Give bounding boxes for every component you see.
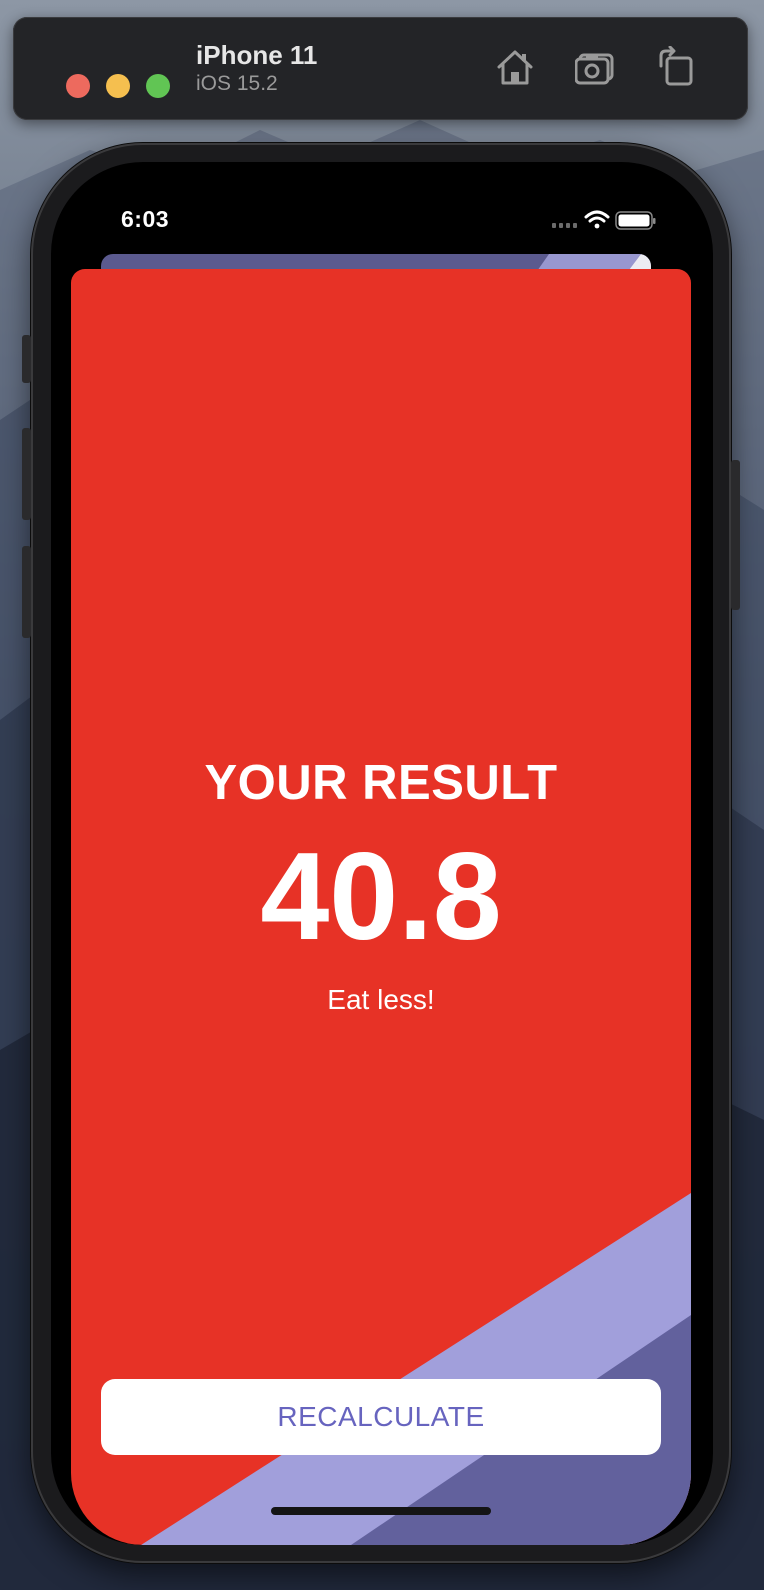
rotate-icon — [659, 45, 693, 86]
home-indicator[interactable] — [271, 1507, 491, 1515]
home-icon — [497, 50, 533, 85]
signal-icon — [552, 223, 577, 228]
os-version: iOS 15.2 — [196, 72, 278, 95]
status-time: 6:03 — [121, 206, 170, 232]
result-advice: Eat less! — [327, 984, 435, 1015]
result-title: YOUR RESULT — [204, 756, 558, 810]
power-button — [731, 460, 740, 610]
zoom-window-button[interactable] — [146, 74, 170, 98]
screenshot-icon — [574, 53, 614, 85]
screenshot-button[interactable] — [574, 46, 617, 88]
mute-switch — [22, 335, 31, 383]
recalculate-button[interactable]: RECALCULATE — [101, 1379, 661, 1455]
bmi-value: 40.8 — [260, 828, 502, 966]
phone-screen: 6:03 YOUR RESULT 40.8 Eat less! RECALCUL… — [51, 162, 713, 1545]
close-window-button[interactable] — [66, 74, 90, 98]
simulator-toolbar — [13, 17, 748, 120]
result-card: YOUR RESULT 40.8 Eat less! RECALCULATE — [71, 269, 691, 1545]
minimize-window-button[interactable] — [106, 74, 130, 98]
device-name: iPhone 11 — [196, 40, 318, 70]
volume-down-button — [22, 546, 31, 638]
battery-icon — [615, 211, 656, 230]
status-icons — [552, 210, 656, 230]
rotate-button[interactable] — [655, 45, 697, 88]
volume-up-button — [22, 428, 31, 520]
home-button[interactable] — [494, 46, 536, 88]
wifi-icon — [584, 210, 610, 229]
